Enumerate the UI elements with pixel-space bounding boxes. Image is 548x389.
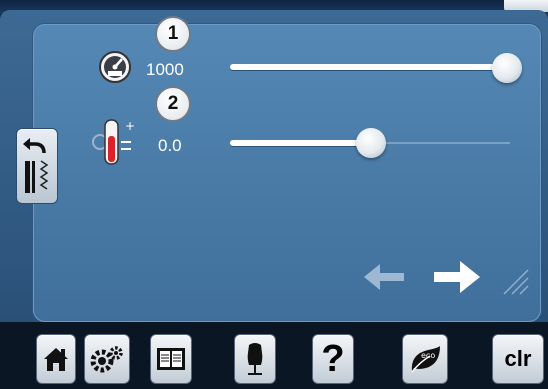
back-stitch-pattern-icon (23, 138, 49, 193)
home-button[interactable] (36, 334, 76, 384)
speedometer-icon (99, 51, 131, 83)
stitch-back-button[interactable] (16, 128, 58, 204)
arrow-left-icon[interactable] (362, 260, 406, 294)
eco-button[interactable]: eco (402, 334, 448, 384)
eco-label: eco (421, 351, 435, 360)
consultant-button[interactable] (234, 334, 276, 384)
clear-button[interactable]: clr (492, 334, 544, 384)
resize-grip-icon (503, 269, 529, 295)
speed-value: 1000 (146, 60, 184, 79)
book-icon (157, 348, 185, 370)
dress-form-icon (247, 343, 263, 375)
arrow-right-icon[interactable] (432, 258, 482, 296)
tutorial-button[interactable] (150, 334, 192, 384)
speed-slider-track[interactable] (230, 64, 500, 70)
eco-leaf-icon: eco (411, 346, 440, 373)
thread-tension-icon: + (92, 119, 135, 165)
help-label: ? (321, 338, 345, 380)
clear-label: clr (504, 346, 532, 371)
tension-slider-remaining (370, 142, 510, 144)
speed-badge: 1 (155, 16, 191, 52)
tension-value: 0.0 (158, 136, 182, 155)
speed-slider-knob[interactable] (492, 53, 522, 83)
gears-icon (90, 346, 123, 373)
home-icon (44, 348, 68, 371)
tension-slider-knob[interactable] (356, 128, 386, 158)
setup-button[interactable] (84, 334, 130, 384)
tension-slider-track[interactable] (230, 140, 370, 146)
help-button[interactable]: ? (312, 334, 354, 384)
svg-text:+: + (125, 119, 135, 133)
tension-badge: 2 (155, 86, 191, 122)
